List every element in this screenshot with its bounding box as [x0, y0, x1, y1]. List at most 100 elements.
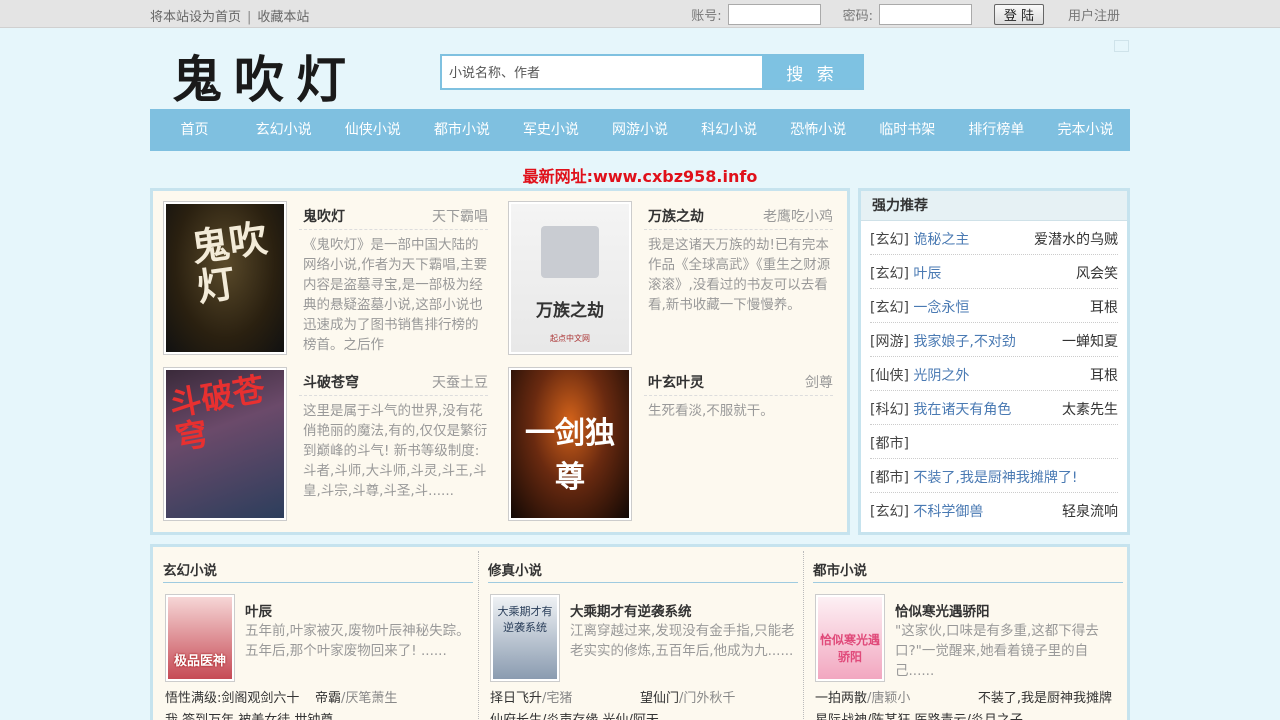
- featured-book: 一剑独尊 叶玄叶灵 剑尊 生死看淡,不服就干。: [498, 357, 833, 521]
- book-title[interactable]: 斗破苍穹: [303, 372, 359, 392]
- item-title-link[interactable]: 我家娘子,不对劲: [913, 334, 1015, 350]
- nav-wangyou[interactable]: 网游小说: [595, 109, 684, 151]
- password-input[interactable]: [878, 3, 972, 25]
- nav-kehuan[interactable]: 科幻小说: [685, 109, 774, 151]
- list-item: [都市]: [870, 425, 1118, 459]
- list-item[interactable]: 我,签到万年,被美女徒 世钟尊 ——: [165, 710, 470, 720]
- item-author: 耳根: [1090, 368, 1118, 384]
- list-item: [科幻] 我在诸天有角色 太素先生: [870, 391, 1118, 425]
- latest-url-notice: 最新网址:www.cxbz958.info: [522, 167, 758, 186]
- cover-title: 万族之劫: [536, 301, 604, 321]
- divider: [299, 229, 488, 230]
- book-link[interactable]: 一拍两散: [815, 691, 867, 706]
- item-title-link[interactable]: 诡秘之主: [913, 232, 969, 248]
- list-item: [玄幻] 不科学御兽 轻泉流响: [870, 493, 1118, 527]
- item-title-link[interactable]: 一念永恒: [913, 300, 969, 316]
- book-description: 我是这诸天万族的劫!已有完本作品《全球高武》《重生之财源滚滚》,没看过的书友可以…: [648, 237, 831, 313]
- cover-title: 斗破苍穹: [166, 370, 268, 458]
- cover-illustration: [541, 226, 599, 278]
- account-input[interactable]: [727, 3, 821, 25]
- list-item: 悟性满级:剑阁观剑六十 帝霸/厌笔萧生: [165, 688, 470, 710]
- nav-kongbu[interactable]: 恐怖小说: [774, 109, 863, 151]
- list-item[interactable]: 星际战神/陈某狂 医路青云/炎月之子: [815, 710, 1120, 720]
- book-description: 生死看淡,不服就干。: [648, 403, 774, 419]
- book-author: 天蚕土豆: [432, 375, 488, 391]
- nav-xianxia[interactable]: 仙侠小说: [328, 109, 417, 151]
- item-category: [都市]: [870, 470, 909, 486]
- cover-title: 恰似寒光遇骄阳: [819, 633, 880, 664]
- nav-bookshelf[interactable]: 临时书架: [863, 109, 952, 151]
- set-homepage-link[interactable]: 将本站设为首页: [150, 10, 241, 25]
- item-category: [玄幻]: [870, 232, 909, 248]
- book-description: 江离穿越过来,发现没有金手指,只能老老实实的修炼,五百年后,他成为九......: [570, 623, 795, 659]
- book-title[interactable]: 叶玄叶灵: [648, 372, 704, 392]
- item-title-link[interactable]: 我在诸天有角色: [913, 402, 1011, 418]
- book-link[interactable]: 悟性满级:剑阁观剑六十: [165, 691, 299, 706]
- search-bar: 搜 索: [440, 54, 864, 90]
- recommend-panel: 强力推荐 [玄幻] 诡秘之主 爱潜水的乌贼 [玄幻] 叶辰 风会笑 [玄幻] 一念永…: [858, 188, 1130, 535]
- recommend-list: [玄幻] 诡秘之主 爱潜水的乌贼 [玄幻] 叶辰 风会笑 [玄幻] 一念永恒 耳根 […: [861, 221, 1127, 527]
- divider: [299, 395, 488, 396]
- top-links: 将本站设为首页 | 收藏本站: [150, 6, 309, 25]
- list-item[interactable]: 仙府长生/炎声存缘 光仙/阿天: [490, 710, 795, 720]
- book-cover[interactable]: 大乘期才有逆袭系统: [490, 594, 560, 682]
- nav-completed[interactable]: 完本小说: [1041, 109, 1130, 151]
- item-author: 一蝉知夏: [1062, 334, 1118, 350]
- book-author: /唐颖小: [867, 691, 911, 706]
- book-cover[interactable]: 斗破苍穹: [163, 367, 287, 521]
- book-author: /厌笔萧生: [341, 691, 398, 706]
- nav-home[interactable]: 首页: [150, 109, 239, 151]
- book-author: 剑尊: [805, 375, 833, 391]
- book-cover[interactable]: 极品医神: [165, 594, 235, 682]
- nav-ranking[interactable]: 排行榜单: [952, 109, 1041, 151]
- book-title[interactable]: 鬼吹灯: [303, 206, 345, 226]
- item-category: [网游]: [870, 334, 909, 350]
- category-heading: 玄幻小说: [163, 559, 473, 583]
- list-item: 择日飞升/宅猪 望仙门/门外秋千: [490, 688, 795, 710]
- item-category: [玄幻]: [870, 300, 909, 316]
- book-title[interactable]: 恰似寒光遇骄阳: [895, 600, 990, 620]
- book-cover[interactable]: 鬼吹灯: [163, 201, 287, 355]
- book-description: 五年前,叶家被灭,废物叶辰神秘失踪。五年后,那个叶家废物回来了! ......: [245, 623, 470, 659]
- item-category: [玄幻]: [870, 266, 909, 282]
- list-item: [玄幻] 叶辰 风会笑: [870, 255, 1118, 289]
- search-button[interactable]: 搜 索: [762, 56, 862, 88]
- nav-junshi[interactable]: 军史小说: [506, 109, 595, 151]
- book-title[interactable]: 万族之劫: [648, 206, 704, 226]
- book-title[interactable]: 大乘期才有逆袭系统: [570, 600, 692, 620]
- site-logo[interactable]: 鬼吹灯: [172, 40, 358, 112]
- register-link[interactable]: 用户注册: [1068, 5, 1120, 24]
- search-input[interactable]: [442, 56, 764, 88]
- cover-title: 大乘期才有逆袭系统: [497, 605, 553, 634]
- category-sections: 玄幻小说 极品医神 叶辰 五年前,叶家被灭,废物叶辰神秘失踪。五年后,那个叶家废…: [150, 544, 1130, 720]
- book-link[interactable]: 不装了,我是厨神我摊牌: [978, 688, 1112, 710]
- item-title-link[interactable]: 不装了,我是厨神我摊牌了!: [913, 470, 1077, 486]
- book-cover[interactable]: 万族之劫 起点中文网: [508, 201, 632, 355]
- nav-dushi[interactable]: 都市小说: [417, 109, 506, 151]
- main-nav: 首页 玄幻小说 仙侠小说 都市小说 军史小说 网游小说 科幻小说 恐怖小说 临时…: [150, 109, 1130, 151]
- book-cover[interactable]: 恰似寒光遇骄阳: [815, 594, 885, 682]
- category-column: 玄幻小说 极品医神 叶辰 五年前,叶家被灭,废物叶辰神秘失踪。五年后,那个叶家废…: [153, 547, 476, 720]
- item-category: [科幻]: [870, 402, 909, 418]
- item-author: 轻泉流响: [1062, 504, 1118, 520]
- book-cover[interactable]: 一剑独尊: [508, 367, 632, 521]
- book-author: /门外秋千: [679, 691, 736, 706]
- book-title[interactable]: 叶辰: [245, 600, 272, 620]
- login-button[interactable]: 登 陆: [993, 3, 1044, 25]
- list-item: [网游] 我家娘子,不对劲 一蝉知夏: [870, 323, 1118, 357]
- item-category: [玄幻]: [870, 504, 909, 520]
- item-author: 风会笑: [1076, 266, 1118, 282]
- item-title-link[interactable]: 不科学御兽: [913, 504, 983, 520]
- bookmark-link[interactable]: 收藏本站: [257, 10, 309, 25]
- category-heading: 修真小说: [488, 559, 798, 583]
- item-category: [都市]: [870, 436, 909, 452]
- item-title-link[interactable]: 叶辰: [913, 266, 941, 282]
- nav-xuanhuan[interactable]: 玄幻小说: [239, 109, 328, 151]
- item-title-link[interactable]: 光阴之外: [913, 368, 969, 384]
- list-item: [玄幻] 一念永恒 耳根: [870, 289, 1118, 323]
- book-description: "这家伙,口味是有多重,这都下得去口?"一觉醒来,她看着镜子里的自己......: [895, 623, 1099, 679]
- featured-book: 鬼吹灯 鬼吹灯 天下霸唱 《鬼吹灯》是一部中国大陆的网络小说,作者为天下霸唱,主…: [153, 191, 488, 355]
- book-link[interactable]: 帝霸: [315, 691, 341, 706]
- book-link[interactable]: 择日飞升: [490, 691, 542, 706]
- book-link[interactable]: 望仙门: [640, 691, 679, 706]
